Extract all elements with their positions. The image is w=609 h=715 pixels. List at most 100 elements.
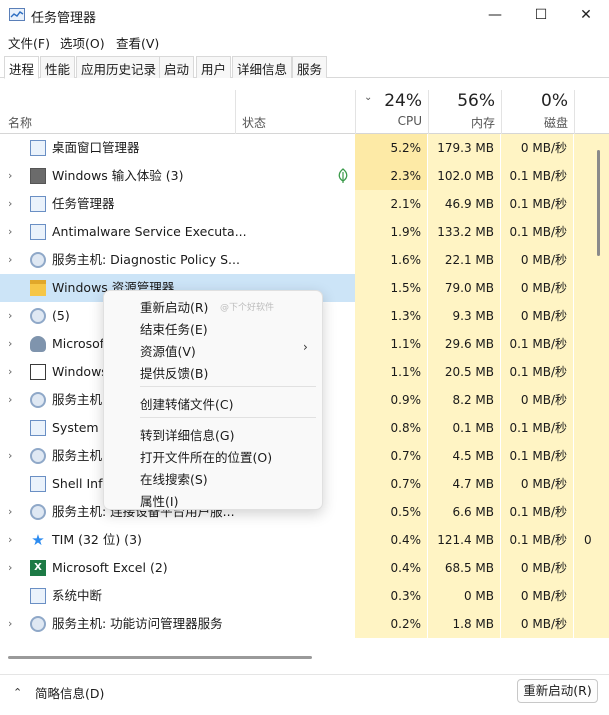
net-value	[574, 582, 609, 610]
expand-chevron-icon[interactable]: ›	[8, 197, 18, 211]
process-name: Microsof	[52, 336, 105, 351]
column-divider[interactable]	[355, 90, 356, 134]
expand-chevron-icon[interactable]: ›	[8, 169, 18, 183]
column-divider[interactable]	[428, 90, 429, 134]
cpu-value: 1.1%	[355, 330, 427, 358]
process-name: System	[52, 420, 99, 435]
context-menu: @下个好软件 重新启动(R) 结束任务(E) 资源值(V) › 提供反馈(B) …	[103, 290, 323, 510]
menu-properties[interactable]: 属性(I)	[140, 491, 178, 510]
expand-chevron-icon[interactable]: ›	[8, 365, 18, 379]
tab-startup[interactable]: 启动	[159, 56, 195, 78]
disk-total-percent[interactable]: 0%	[515, 91, 568, 111]
column-memory[interactable]: 内存	[440, 114, 495, 131]
process-name: 服务主机:	[52, 392, 107, 407]
column-disk[interactable]: 磁盘	[515, 114, 568, 131]
net-value	[574, 190, 609, 218]
excel-icon: X	[30, 560, 46, 576]
process-row[interactable]: › X Microsoft Excel (2) 0.4% 68.5 MB 0 MB/秒	[0, 554, 609, 582]
maximize-button[interactable]: ☐	[518, 0, 564, 30]
menu-file[interactable]: 文件(F)	[8, 33, 50, 52]
column-cpu[interactable]: CPU	[370, 114, 422, 128]
expand-chevron-icon[interactable]: ›	[8, 309, 18, 323]
tab-performance[interactable]: 性能	[40, 56, 76, 78]
mem-value: 0 MB	[428, 582, 500, 610]
process-row[interactable]: 系统中断 0.3% 0 MB 0 MB/秒	[0, 582, 609, 610]
mem-value: 79.0 MB	[428, 274, 500, 302]
column-name[interactable]: 名称	[8, 114, 32, 131]
menu-bar: 文件(F) 选项(O) 查看(V)	[0, 31, 609, 53]
window-icon	[30, 224, 46, 240]
gear-icon	[30, 252, 46, 268]
menu-feedback[interactable]: 提供反馈(B)	[140, 363, 208, 382]
column-status[interactable]: 状态	[242, 114, 266, 131]
disk-value: 0.1 MB/秒	[501, 358, 573, 386]
expand-chevron-icon[interactable]: ›	[8, 505, 18, 519]
process-row[interactable]: › 服务主机: Diagnostic Policy S... 1.6% 22.1 MB…	[0, 246, 609, 274]
expand-chevron-icon[interactable]: ›	[8, 393, 18, 407]
expand-chevron-icon[interactable]: ›	[8, 533, 18, 547]
cpu-value: 1.6%	[355, 246, 427, 274]
expand-chevron-icon[interactable]: ›	[8, 449, 18, 463]
expand-chevron-icon[interactable]: ›	[8, 617, 18, 631]
process-name: Windows	[52, 364, 108, 379]
net-value	[574, 470, 609, 498]
vertical-scrollbar[interactable]	[597, 150, 600, 256]
expand-chevron-icon[interactable]: ›	[8, 561, 18, 575]
window-icon	[30, 140, 46, 156]
fewer-details-link[interactable]: 简略信息(D)	[35, 683, 104, 702]
process-name: (5)	[52, 308, 70, 323]
cpu-value: 0.7%	[355, 470, 427, 498]
disk-value: 0 MB/秒	[501, 610, 573, 638]
tab-details[interactable]: 详细信息	[232, 56, 293, 78]
close-button[interactable]: ✕	[563, 0, 609, 30]
menu-restart[interactable]: 重新启动(R)	[140, 297, 208, 316]
disk-value: 0 MB/秒	[501, 134, 573, 162]
keyboard-icon	[30, 168, 46, 184]
column-divider[interactable]	[235, 90, 236, 134]
menu-open-file-location[interactable]: 打开文件所在的位置(O)	[140, 447, 272, 466]
column-divider[interactable]	[501, 90, 502, 134]
tab-bar: 进程 性能 应用历史记录 启动 用户 详细信息 服务	[0, 54, 609, 79]
tab-services[interactable]: 服务	[292, 56, 328, 78]
process-row[interactable]: › ★ TIM (32 位) (3) 0.4% 121.4 MB 0.1 MB/秒 0	[0, 526, 609, 554]
process-row[interactable]: 桌面窗口管理器 5.2% 179.3 MB 0 MB/秒	[0, 134, 609, 162]
minimize-button[interactable]: —	[472, 0, 518, 30]
net-value	[574, 218, 609, 246]
menu-view[interactable]: 查看(V)	[116, 33, 159, 52]
net-value	[574, 610, 609, 638]
horizontal-scrollbar[interactable]	[8, 656, 312, 659]
process-row[interactable]: › 服务主机: 功能访问管理器服务 0.2% 1.8 MB 0 MB/秒	[0, 610, 609, 638]
process-row[interactable]: › Windows 输入体验 (3) 2.3% 102.0 MB 0.1 MB/秒	[0, 162, 609, 190]
efficiency-leaf-icon	[337, 168, 349, 184]
menu-end-task[interactable]: 结束任务(E)	[140, 319, 208, 338]
process-row[interactable]: › Antimalware Service Executa... 1.9% 133.2…	[0, 218, 609, 246]
cpu-value: 1.9%	[355, 218, 427, 246]
cpu-total-percent[interactable]: 24%	[370, 91, 422, 111]
footer: ⌃ 简略信息(D) 重新启动(R)	[0, 674, 609, 715]
disk-value: 0 MB/秒	[501, 386, 573, 414]
disk-value: 0.1 MB/秒	[501, 526, 573, 554]
chevron-up-icon[interactable]: ⌃	[13, 686, 22, 699]
process-row[interactable]: › 任务管理器 2.1% 46.9 MB 0.1 MB/秒	[0, 190, 609, 218]
process-name: Shell Infr	[52, 476, 108, 491]
menu-search-online[interactable]: 在线搜索(S)	[140, 469, 208, 488]
gear-icon	[30, 308, 46, 324]
menu-resource-values[interactable]: 资源值(V)	[140, 341, 196, 360]
tab-processes[interactable]: 进程	[4, 56, 40, 79]
cpu-value: 1.3%	[355, 302, 427, 330]
expand-chevron-icon[interactable]: ›	[8, 253, 18, 267]
menu-create-dump[interactable]: 创建转储文件(C)	[140, 394, 233, 413]
mem-value: 102.0 MB	[428, 162, 500, 190]
disk-value: 0.1 MB/秒	[501, 442, 573, 470]
memory-total-percent[interactable]: 56%	[440, 91, 495, 111]
menu-options[interactable]: 选项(O)	[60, 33, 105, 52]
menu-go-to-details[interactable]: 转到详细信息(G)	[140, 425, 234, 444]
restart-button[interactable]: 重新启动(R)	[517, 679, 598, 703]
disk-value: 0.1 MB/秒	[501, 218, 573, 246]
expand-chevron-icon[interactable]: ›	[8, 337, 18, 351]
tab-users[interactable]: 用户	[196, 56, 232, 78]
tab-app-history[interactable]: 应用历史记录	[76, 56, 162, 78]
expand-chevron-icon[interactable]: ›	[8, 225, 18, 239]
column-divider[interactable]	[574, 90, 575, 134]
net-value	[574, 386, 609, 414]
